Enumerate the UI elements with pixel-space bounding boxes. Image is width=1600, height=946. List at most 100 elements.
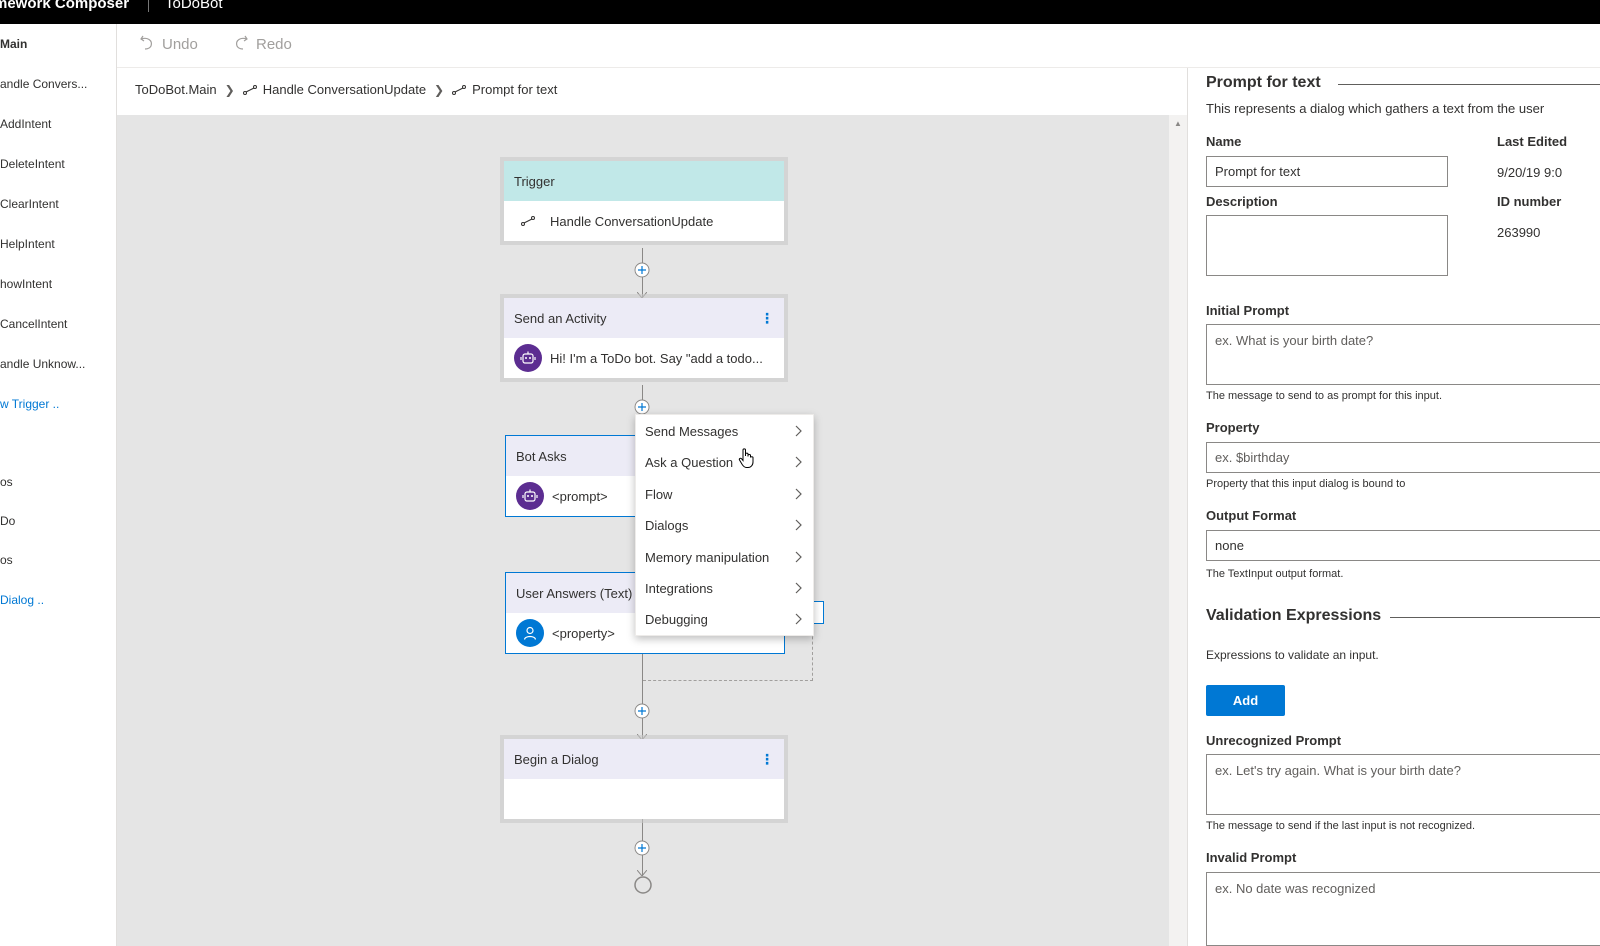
add-icon[interactable] — [634, 703, 650, 719]
panel-title: Prompt for text — [1206, 74, 1321, 91]
id-value: 263990 — [1497, 225, 1541, 240]
redo-button[interactable]: Redo — [233, 34, 292, 54]
name-value: Prompt for text — [1215, 164, 1301, 179]
nav-item-help-intent[interactable]: HelpIntent — [0, 237, 55, 251]
nav-item-handle-conversation[interactable]: andle Convers... — [0, 77, 87, 91]
description-field[interactable] — [1206, 215, 1448, 276]
menu-item-label: Memory manipulation — [645, 550, 770, 565]
loop-connector — [643, 680, 813, 681]
menu-item-integrations[interactable]: Integrations — [636, 573, 815, 604]
bot-icon — [514, 344, 542, 372]
initial-prompt-field[interactable]: ex. What is your birth date? — [1206, 324, 1600, 385]
new-dialog-link[interactable]: Dialog .. — [0, 593, 44, 607]
menu-item-label: Flow — [645, 487, 673, 502]
node-header: Send an Activity ⋮ — [504, 298, 784, 338]
name-field[interactable]: Prompt for text — [1206, 156, 1448, 187]
breadcrumb-root[interactable]: ToDoBot.Main — [135, 82, 217, 97]
nav-item-delete-intent[interactable]: DeleteIntent — [0, 157, 65, 171]
property-label: Property — [1206, 420, 1260, 435]
output-format-field[interactable]: none — [1206, 530, 1600, 561]
nav-item-dialog-3[interactable]: os — [0, 553, 13, 567]
unrecognized-prompt-field[interactable]: ex. Let's try again. What is your birth … — [1206, 754, 1600, 815]
output-format-value: none — [1215, 538, 1244, 553]
add-validation-button[interactable]: Add — [1206, 685, 1285, 716]
output-format-hint: The TextInput output format. — [1206, 568, 1344, 580]
node-text: <prompt> — [552, 488, 608, 504]
more-icon[interactable]: ⋮ — [760, 311, 774, 325]
add-icon[interactable] — [634, 399, 650, 415]
chevron-right-icon — [795, 551, 802, 563]
unrecognized-placeholder: ex. Let's try again. What is your birth … — [1215, 763, 1461, 778]
menu-item-dialogs[interactable]: Dialogs — [636, 510, 815, 541]
property-panel: Prompt for text This represents a dialog… — [1188, 68, 1600, 946]
node-body: Hi! I'm a ToDo bot. Say "add a todo... — [504, 338, 784, 378]
begin-dialog-node[interactable]: Begin a Dialog ⋮ — [504, 739, 784, 819]
nav-item-clear-intent[interactable]: ClearIntent — [0, 197, 59, 211]
chevron-right-icon — [795, 613, 802, 625]
node-body — [504, 779, 784, 819]
unrecognized-hint: The message to send if the last input is… — [1206, 820, 1476, 832]
node-title: Begin a Dialog — [514, 751, 599, 767]
id-label: ID number — [1497, 194, 1562, 209]
more-icon[interactable]: ⋮ — [760, 752, 774, 766]
nav-item-show-intent[interactable]: howIntent — [0, 277, 52, 291]
add-icon[interactable] — [634, 262, 650, 278]
panel-description: This represents a dialog which gathers a… — [1206, 101, 1545, 116]
trigger-node[interactable]: Trigger Handle ConversationUpdate — [504, 161, 784, 241]
user-icon — [516, 619, 544, 647]
invalid-prompt-field[interactable]: ex. No date was recognized — [1206, 872, 1600, 946]
node-title: Bot Asks — [516, 448, 567, 464]
redo-label: Redo — [256, 35, 292, 53]
undo-label: Undo — [162, 35, 198, 53]
node-title: Trigger — [514, 173, 555, 189]
node-body: Handle ConversationUpdate — [504, 201, 784, 241]
property-field[interactable]: ex. $birthday — [1206, 442, 1600, 473]
breadcrumb-trigger[interactable]: Handle ConversationUpdate — [263, 82, 426, 97]
title-rule — [1338, 84, 1600, 85]
nav-item-cancel-intent[interactable]: CancelIntent — [0, 317, 67, 331]
menu-item-flow[interactable]: Flow — [636, 479, 815, 510]
pointer-hand-icon — [738, 448, 754, 468]
menu-item-label: Send Messages — [645, 424, 739, 439]
undo-button[interactable]: Undo — [139, 34, 198, 54]
breadcrumb-current[interactable]: Prompt for text — [472, 82, 557, 97]
validation-rule — [1390, 617, 1600, 618]
new-trigger-link[interactable]: w Trigger .. — [0, 397, 59, 411]
scroll-up-icon[interactable]: ▲ — [1174, 119, 1182, 128]
add-icon[interactable] — [634, 840, 650, 856]
dialog-navigation: Main andle Convers... AddIntent DeleteIn… — [0, 24, 117, 946]
nav-item-dialog-1[interactable]: os — [0, 475, 13, 489]
trigger-icon — [242, 84, 257, 95]
bot-name: ToDoBot — [165, 0, 223, 12]
unrecognized-prompt-label: Unrecognized Prompt — [1206, 733, 1342, 748]
menu-item-debugging[interactable]: Debugging — [636, 604, 815, 635]
last-edited-value: 9/20/19 9:0 — [1497, 165, 1563, 180]
chevron-right-icon — [795, 519, 802, 531]
nav-item-main[interactable]: Main — [0, 37, 27, 51]
node-title: Send an Activity — [514, 310, 607, 326]
menu-item-ask-a-question[interactable]: Ask a Question — [636, 447, 815, 478]
chevron-right-icon — [795, 425, 802, 437]
send-activity-node[interactable]: Send an Activity ⋮ Hi! I'm a ToDo bot. S… — [504, 298, 784, 378]
output-format-label: Output Format — [1206, 508, 1297, 523]
trigger-icon — [452, 84, 467, 95]
node-title: User Answers (Text) — [516, 585, 633, 601]
title-bar: mework Composer ToDoBot — [0, 0, 1600, 24]
property-placeholder: ex. $birthday — [1215, 450, 1290, 465]
menu-item-send-messages[interactable]: Send Messages — [636, 416, 815, 447]
canvas-scrollbar[interactable]: ▲ — [1169, 115, 1187, 946]
menu-item-memory-manipulation[interactable]: Memory manipulation — [636, 542, 815, 573]
nav-item-add-intent[interactable]: AddIntent — [0, 117, 51, 131]
nav-item-dialog-2[interactable]: Do — [0, 514, 15, 528]
nav-item-handle-unknown[interactable]: andle Unknow... — [0, 357, 85, 371]
chevron-right-icon: ❯ — [434, 82, 445, 97]
initial-prompt-hint: The message to send to as prompt for thi… — [1206, 390, 1443, 402]
initial-prompt-placeholder: ex. What is your birth date? — [1215, 333, 1374, 348]
menu-item-label: Integrations — [645, 581, 713, 596]
node-text: Handle ConversationUpdate — [550, 213, 714, 229]
trigger-icon — [514, 216, 542, 226]
validation-title: Validation Expressions — [1206, 607, 1382, 624]
menu-item-label: Dialogs — [645, 518, 689, 533]
toolbar: Undo Redo — [117, 24, 1600, 68]
chevron-right-icon: ❯ — [224, 82, 235, 97]
